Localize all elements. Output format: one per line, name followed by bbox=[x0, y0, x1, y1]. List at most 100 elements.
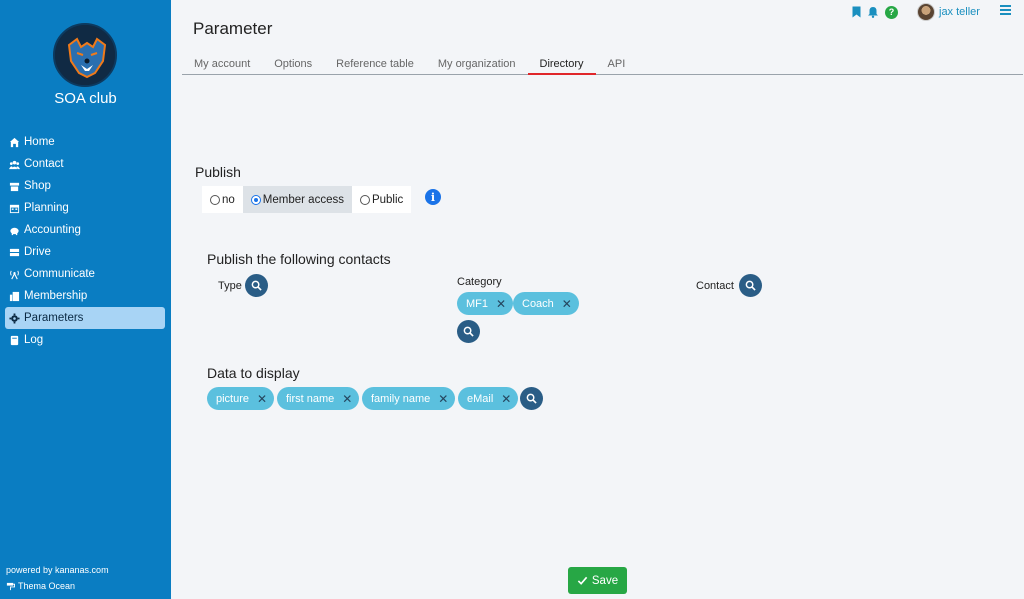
sidebar-item-communicate[interactable]: Communicate bbox=[5, 263, 165, 285]
home-icon bbox=[9, 137, 20, 147]
hamburger-menu-icon[interactable] bbox=[1000, 5, 1011, 17]
radio-button[interactable] bbox=[210, 194, 220, 205]
radio-label: Member access bbox=[262, 193, 344, 206]
info-icon[interactable]: i bbox=[425, 189, 441, 205]
type-search-button[interactable] bbox=[245, 274, 268, 297]
publish-title: Publish bbox=[195, 164, 241, 180]
sidebar-nav: Home Contact Shop Planning Accounting Dr… bbox=[5, 131, 165, 351]
tab-options[interactable]: Options bbox=[262, 56, 324, 74]
display-chip-first-name: first name ✕ bbox=[277, 387, 360, 410]
sidebar-item-label: Parameters bbox=[24, 312, 84, 324]
save-button[interactable]: Save bbox=[568, 567, 627, 594]
contact-label: Contact bbox=[696, 280, 734, 292]
page-title: Parameter bbox=[193, 19, 273, 38]
sidebar-item-label: Contact bbox=[24, 158, 64, 170]
help-icon[interactable]: ? bbox=[885, 5, 898, 19]
user-menu[interactable]: jax teller bbox=[917, 3, 980, 21]
tab-my-account[interactable]: My account bbox=[182, 56, 262, 74]
search-icon bbox=[463, 326, 474, 337]
remove-chip-icon[interactable]: ✕ bbox=[496, 297, 506, 311]
publish-radio-group: no Member access Public bbox=[202, 186, 412, 213]
piggy-bank-icon bbox=[10, 227, 19, 235]
sidebar-item-accounting[interactable]: Accounting bbox=[5, 219, 165, 241]
remove-chip-icon[interactable]: ✕ bbox=[438, 392, 448, 406]
sidebar-item-contact[interactable]: Contact bbox=[5, 153, 165, 175]
sidebar-item-membership[interactable]: Membership bbox=[5, 285, 165, 307]
sidebar-item-label: Log bbox=[24, 334, 44, 346]
display-chip-family-name: family name ✕ bbox=[362, 387, 456, 410]
chip-label: picture bbox=[216, 392, 250, 405]
category-label: Category bbox=[457, 276, 502, 288]
sidebar-item-label: Planning bbox=[24, 202, 69, 214]
display-chip-picture: picture ✕ bbox=[207, 387, 275, 410]
search-icon bbox=[745, 280, 756, 291]
save-label: Save bbox=[591, 574, 619, 587]
drive-icon bbox=[9, 248, 20, 256]
chip-label: first name bbox=[286, 392, 335, 405]
tab-bar: My account Options Reference table My or… bbox=[182, 56, 1023, 75]
gear-icon bbox=[9, 312, 20, 324]
remove-chip-icon[interactable]: ✕ bbox=[501, 392, 511, 406]
shop-icon bbox=[9, 182, 20, 191]
sidebar-item-label: Accounting bbox=[24, 224, 81, 236]
search-icon bbox=[251, 280, 262, 291]
radio-label: Public bbox=[371, 193, 404, 206]
bell-icon[interactable] bbox=[867, 6, 879, 18]
chip-label: MF1 bbox=[466, 297, 488, 310]
display-chip-email: eMail ✕ bbox=[458, 387, 519, 410]
publish-option-member-access[interactable]: Member access bbox=[242, 186, 352, 213]
theme-label: Thema Ocean bbox=[18, 581, 76, 591]
tab-directory[interactable]: Directory bbox=[527, 56, 596, 75]
tab-api[interactable]: API bbox=[596, 56, 638, 74]
chip-label: Coach bbox=[522, 297, 554, 310]
chip-label: eMail bbox=[467, 392, 494, 405]
avatar bbox=[917, 3, 935, 21]
sidebar-item-planning[interactable]: Planning bbox=[5, 197, 165, 219]
radio-label: no bbox=[222, 193, 235, 206]
category-search-button[interactable] bbox=[457, 320, 480, 343]
sidebar-item-label: Membership bbox=[24, 290, 88, 302]
radio-button[interactable] bbox=[359, 194, 370, 205]
check-icon bbox=[577, 576, 588, 585]
sidebar-item-drive[interactable]: Drive bbox=[5, 241, 165, 263]
publish-option-no[interactable]: no bbox=[202, 186, 243, 213]
membership-icon bbox=[9, 291, 20, 301]
tab-my-organization[interactable]: My organization bbox=[426, 56, 528, 74]
display-search-button[interactable] bbox=[520, 387, 543, 410]
sidebar-item-label: Drive bbox=[24, 246, 51, 258]
sidebar: SOA club Home Contact Shop Planning Acco… bbox=[0, 0, 171, 599]
display-section-title: Data to display bbox=[207, 365, 300, 381]
sidebar-item-parameters[interactable]: Parameters bbox=[5, 307, 165, 329]
club-name: SOA club bbox=[54, 90, 117, 107]
remove-chip-icon[interactable]: ✕ bbox=[562, 297, 572, 311]
category-chip-coach: Coach ✕ bbox=[513, 292, 579, 315]
theme-selector[interactable]: Thema Ocean bbox=[6, 581, 75, 591]
contact-search-button[interactable] bbox=[739, 274, 762, 297]
powered-by[interactable]: powered by kananas.com bbox=[6, 565, 109, 575]
book-icon bbox=[10, 335, 19, 345]
publish-option-public[interactable]: Public bbox=[351, 186, 412, 213]
tab-reference-table[interactable]: Reference table bbox=[324, 56, 426, 74]
category-chip-mf1: MF1 ✕ bbox=[457, 292, 514, 315]
radio-button[interactable] bbox=[250, 194, 261, 205]
sidebar-item-shop[interactable]: Shop bbox=[5, 175, 165, 197]
broadcast-icon bbox=[10, 270, 19, 279]
type-label: Type bbox=[218, 280, 242, 292]
paint-roller-icon bbox=[6, 582, 15, 590]
sidebar-item-label: Home bbox=[24, 136, 55, 148]
user-name: jax teller bbox=[939, 6, 980, 18]
bookmark-icon[interactable] bbox=[852, 6, 861, 18]
top-icons: ? bbox=[852, 4, 904, 20]
club-logo[interactable] bbox=[53, 23, 117, 87]
calendar-icon bbox=[9, 204, 20, 213]
remove-chip-icon[interactable]: ✕ bbox=[257, 392, 267, 406]
sidebar-item-label: Shop bbox=[24, 180, 51, 192]
sidebar-item-home[interactable]: Home bbox=[5, 131, 165, 153]
remove-chip-icon[interactable]: ✕ bbox=[342, 392, 352, 406]
sidebar-item-log[interactable]: Log bbox=[5, 329, 165, 351]
chip-label: family name bbox=[371, 392, 431, 405]
sidebar-item-label: Communicate bbox=[24, 268, 95, 280]
contacts-section-title: Publish the following contacts bbox=[207, 251, 391, 267]
users-icon bbox=[9, 160, 20, 169]
search-icon bbox=[526, 393, 537, 404]
